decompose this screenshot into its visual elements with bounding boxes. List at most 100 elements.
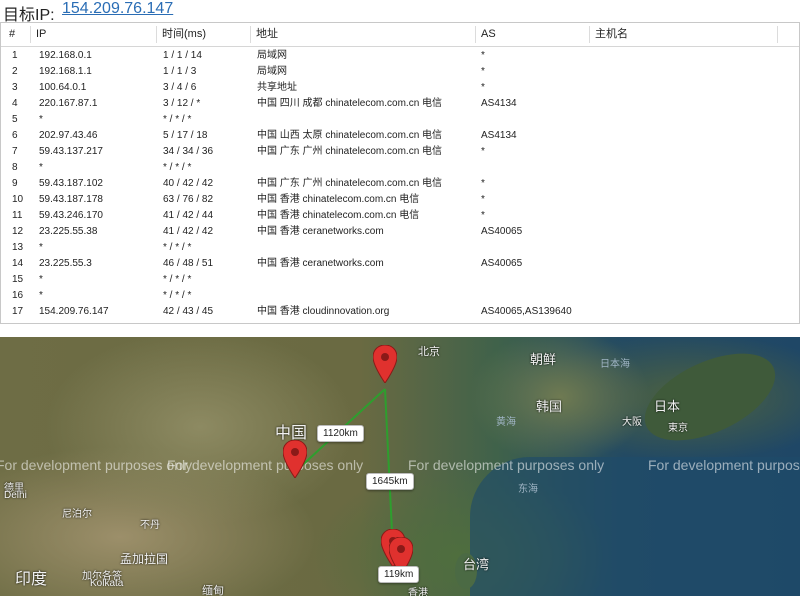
- hop-ip: *: [39, 162, 43, 173]
- hop-ip: *: [39, 290, 43, 301]
- hop-time: 40 / 42 / 42: [163, 178, 214, 189]
- table-row[interactable]: 2 192.168.1.1 1 / 1 / 3 局域网 *: [1, 64, 799, 80]
- distance-label: 1120km: [317, 425, 364, 442]
- table-row[interactable]: 9 59.43.187.102 40 / 42 / 42 中国 广东 广州 china…: [1, 176, 799, 192]
- table-row[interactable]: 11 59.43.246.170 41 / 42 / 44 中国 香港 chinate…: [1, 208, 799, 224]
- hop-number: 1: [12, 50, 18, 61]
- table-row[interactable]: 12 23.225.55.38 41 / 42 / 42 中国 香港 ceranetw…: [1, 224, 799, 240]
- hop-number: 10: [12, 194, 24, 205]
- table-row[interactable]: 13 * * / * / *: [1, 240, 799, 256]
- hop-ip: 59.43.246.170: [39, 210, 103, 221]
- hop-time: * / * / *: [163, 162, 192, 173]
- hop-time: 63 / 76 / 82: [163, 194, 214, 205]
- hop-time: 34 / 34 / 36: [163, 146, 214, 157]
- hop-as: *: [481, 50, 485, 61]
- hop-number: 2: [12, 66, 18, 77]
- traceroute-table: # IP 时间(ms) 地址 AS 主机名 1 192.168.0.1 1 / 1 …: [0, 22, 800, 324]
- hop-as: *: [481, 194, 485, 205]
- hop-as: AS40065: [481, 226, 523, 237]
- hop-time: 5 / 17 / 18: [163, 130, 208, 141]
- route-segment-taiyuan-guangzhou: [384, 388, 394, 553]
- hop-ip: *: [39, 274, 43, 285]
- hop-address: 中国 香港 ceranetworks.com: [257, 258, 384, 269]
- col-header-time[interactable]: 时间(ms): [158, 23, 206, 46]
- hop-address: 共享地址: [257, 82, 297, 93]
- table-row[interactable]: 17 154.209.76.147 42 / 43 / 45 中国 香港 cloudi…: [1, 304, 799, 320]
- hop-as: *: [481, 146, 485, 157]
- hop-ip: 59.43.187.102: [39, 178, 103, 189]
- hop-time: 1 / 1 / 3: [163, 66, 197, 77]
- table-row[interactable]: 7 59.43.137.217 34 / 34 / 36 中国 广东 广州 china…: [1, 144, 799, 160]
- hop-number: 8: [12, 162, 18, 173]
- hop-time: 41 / 42 / 42: [163, 226, 214, 237]
- hop-as: AS40065,AS139640: [481, 306, 572, 317]
- target-ip-header: 目标IP: 154.209.76.147: [0, 0, 800, 24]
- hop-number: 12: [12, 226, 24, 237]
- hop-address: 中国 香港 ceranetworks.com: [257, 226, 384, 237]
- hop-as: *: [481, 66, 485, 77]
- table-row[interactable]: 8 * * / * / *: [1, 160, 799, 176]
- hop-number: 13: [12, 242, 24, 253]
- hop-number: 9: [12, 178, 18, 189]
- hop-number: 3: [12, 82, 18, 93]
- table-row[interactable]: 3 100.64.0.1 3 / 4 / 6 共享地址 *: [1, 80, 799, 96]
- hop-address: 中国 香港 cloudinnovation.org: [257, 306, 390, 317]
- target-ip-link[interactable]: 154.209.76.147: [62, 0, 173, 18]
- hop-as: AS4134: [481, 130, 517, 141]
- hop-number: 14: [12, 258, 24, 269]
- hop-ip: 59.43.137.217: [39, 146, 103, 157]
- col-header-hostname[interactable]: 主机名: [591, 23, 628, 46]
- hop-ip: *: [39, 114, 43, 125]
- hop-ip: *: [39, 242, 43, 253]
- table-row[interactable]: 14 23.225.55.3 46 / 48 / 51 中国 香港 ceranetwo…: [1, 256, 799, 272]
- col-header-ip[interactable]: IP: [32, 23, 46, 46]
- distance-label: 1645km: [366, 473, 414, 490]
- hop-number: 5: [12, 114, 18, 125]
- hop-as: AS4134: [481, 98, 517, 109]
- table-row[interactable]: 4 220.167.87.1 3 / 12 / * 中国 四川 成都 chinatel…: [1, 96, 799, 112]
- map-pin-chengdu[interactable]: [283, 440, 307, 478]
- hop-number: 11: [12, 210, 23, 221]
- hop-number: 16: [12, 290, 24, 301]
- table-row[interactable]: 15 * * / * / *: [1, 272, 799, 288]
- route-map[interactable]: 北京 朝鲜 日本海 韩国 日本 大阪 東京 中国 黄海 东海 德里 Delhi …: [0, 337, 800, 596]
- hop-ip: 23.225.55.3: [39, 258, 92, 269]
- hop-ip: 192.168.1.1: [39, 66, 92, 77]
- hop-number: 17: [12, 306, 24, 317]
- map-pin-taiyuan[interactable]: [373, 345, 397, 383]
- hop-as: *: [481, 178, 485, 189]
- hop-ip: 59.43.187.178: [39, 194, 103, 205]
- table-header: # IP 时间(ms) 地址 AS 主机名: [1, 23, 799, 47]
- distance-label: 119km: [378, 566, 420, 583]
- hop-number: 6: [12, 130, 18, 141]
- hop-ip: 100.64.0.1: [39, 82, 87, 93]
- hop-address: 中国 山西 太原 chinatelecom.com.cn 电信: [257, 130, 443, 141]
- col-header-address[interactable]: 地址: [252, 23, 278, 46]
- table-row[interactable]: 16 * * / * / *: [1, 288, 799, 304]
- hop-time: 3 / 12 / *: [163, 98, 201, 109]
- table-row[interactable]: 10 59.43.187.178 63 / 76 / 82 中国 香港 chinate…: [1, 192, 799, 208]
- table-row[interactable]: 1 192.168.0.1 1 / 1 / 14 局域网 *: [1, 48, 799, 64]
- hop-time: * / * / *: [163, 274, 192, 285]
- hop-address: 中国 广东 广州 chinatelecom.com.cn 电信: [257, 178, 443, 189]
- hop-address: 中国 香港 chinatelecom.com.cn 电信: [257, 194, 420, 205]
- hop-ip: 202.97.43.46: [39, 130, 98, 141]
- hop-address: 局域网: [257, 66, 287, 77]
- hop-number: 15: [12, 274, 24, 285]
- hop-ip: 23.225.55.38: [39, 226, 98, 237]
- hop-address: 局域网: [257, 50, 287, 61]
- hop-as: *: [481, 82, 485, 93]
- hop-as: AS40065: [481, 258, 523, 269]
- col-header-index[interactable]: #: [5, 23, 15, 46]
- table-row[interactable]: 5 * * / * / *: [1, 112, 799, 128]
- hop-ip: 154.209.76.147: [39, 306, 109, 317]
- hop-time: 46 / 48 / 51: [163, 258, 214, 269]
- col-header-as[interactable]: AS: [477, 23, 496, 46]
- hop-time: * / * / *: [163, 114, 192, 125]
- hop-time: 41 / 42 / 44: [163, 210, 214, 221]
- hop-time: 3 / 4 / 6: [163, 82, 197, 93]
- hop-number: 4: [12, 98, 18, 109]
- hop-time: 1 / 1 / 14: [163, 50, 202, 61]
- hop-address: 中国 广东 广州 chinatelecom.com.cn 电信: [257, 146, 443, 157]
- table-row[interactable]: 6 202.97.43.46 5 / 17 / 18 中国 山西 太原 chinate…: [1, 128, 799, 144]
